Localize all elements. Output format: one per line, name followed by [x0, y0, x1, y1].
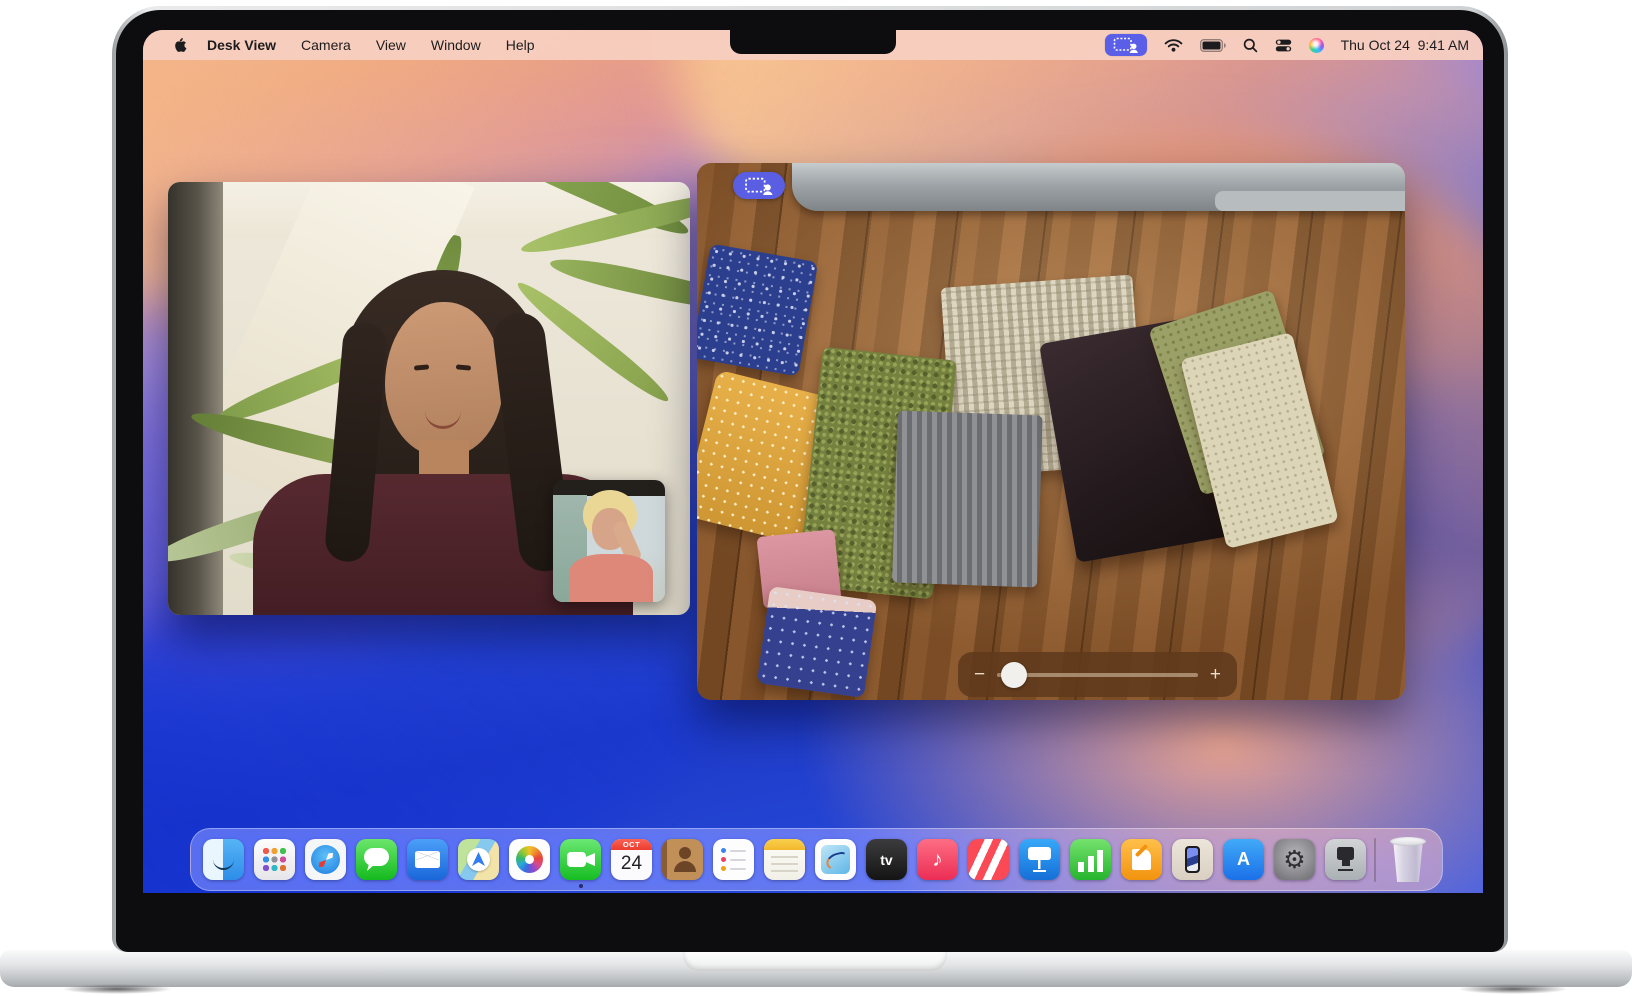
apple-logo-icon: [173, 37, 187, 53]
dock-screen-sharing-icon[interactable]: [1325, 839, 1366, 880]
screen-sharing-badge-icon[interactable]: [1105, 34, 1147, 56]
dock-numbers-icon[interactable]: [1070, 839, 1111, 880]
dock-appstore-icon[interactable]: A: [1223, 839, 1264, 880]
dock-news-icon[interactable]: [968, 839, 1009, 880]
desk-view-sharing-badge-icon[interactable]: [733, 172, 785, 199]
self-view-pip[interactable]: [553, 480, 665, 602]
macbook-foot-shadow: [62, 984, 172, 994]
dock-photos-icon[interactable]: [509, 839, 550, 880]
running-indicator: [579, 884, 583, 888]
dock-finder-icon[interactable]: [203, 839, 244, 880]
calendar-day-label: 24: [621, 850, 642, 878]
dock-iphone-mirroring-icon[interactable]: [1172, 839, 1213, 880]
settings-glyph: ⚙: [1274, 839, 1315, 880]
dock-freeform-icon[interactable]: [815, 839, 856, 880]
dock-settings-icon[interactable]: ⚙: [1274, 839, 1315, 880]
calendar-month-label: OCT: [611, 839, 652, 850]
wifi-icon[interactable]: [1164, 38, 1183, 52]
zoom-slider-track[interactable]: [997, 673, 1198, 677]
dock-launchpad-icon[interactable]: [254, 839, 295, 880]
dock-music-icon[interactable]: ♪: [917, 839, 958, 880]
dock-contacts-icon[interactable]: [662, 839, 703, 880]
macbook-lid-groove: [683, 950, 947, 971]
desk-view-zoom-slider: − +: [958, 652, 1237, 697]
app-menus: Desk View Camera View Window Help: [207, 37, 535, 53]
menu-camera[interactable]: Camera: [301, 37, 351, 53]
dock-pages-icon[interactable]: [1121, 839, 1162, 880]
zoom-out-button[interactable]: −: [974, 665, 985, 684]
dock-apps: OCT24 tv♪ A⚙: [203, 839, 1366, 880]
dock-keynote-icon[interactable]: [1019, 839, 1060, 880]
dock-appletv-icon[interactable]: tv: [866, 839, 907, 880]
dock-messages-icon[interactable]: [356, 839, 397, 880]
spotlight-search-icon[interactable]: [1243, 38, 1258, 53]
dock-safari-icon[interactable]: [305, 839, 346, 880]
dock-mail-icon[interactable]: [407, 839, 448, 880]
self-view-person: [569, 554, 653, 602]
palm-leaf: [548, 251, 690, 316]
facetime-window[interactable]: [168, 182, 690, 615]
control-center-icon[interactable]: [1275, 39, 1292, 52]
macbook-base: [0, 950, 1632, 987]
zoom-slider-knob[interactable]: [1001, 662, 1027, 688]
dock-reminders-icon[interactable]: [713, 839, 754, 880]
desk-view-window[interactable]: − +: [697, 163, 1405, 700]
blue-terrazzo-block: [697, 243, 818, 376]
music-glyph: ♪: [917, 839, 958, 880]
apple-menu[interactable]: [173, 37, 187, 53]
camera-notch: [730, 30, 896, 54]
gray-ribbed-fabric-swatch: [892, 411, 1043, 588]
dock-calendar-icon[interactable]: OCT24: [611, 839, 652, 880]
macbook-foot-shadow: [1458, 984, 1568, 994]
dock-maps-icon[interactable]: [458, 839, 499, 880]
menu-view[interactable]: View: [376, 37, 406, 53]
dock-trash-icon[interactable]: [1390, 837, 1426, 882]
macbook-product-shot: Desk View Camera View Window Help: [0, 0, 1632, 996]
menu-bar-clock[interactable]: Thu Oct 24 9:41 AM: [1341, 37, 1469, 53]
dock: OCT24 tv♪ A⚙: [190, 828, 1443, 891]
dock-facetime-icon[interactable]: [560, 839, 601, 880]
menu-help[interactable]: Help: [506, 37, 535, 53]
macbook-top-edge-in-view: [792, 163, 1405, 211]
appletv-glyph: tv: [866, 839, 907, 880]
status-area: Thu Oct 24 9:41 AM: [1105, 34, 1469, 56]
menu-window[interactable]: Window: [431, 37, 481, 53]
menu-desk-view[interactable]: Desk View: [207, 37, 276, 53]
zoom-in-button[interactable]: +: [1210, 665, 1221, 684]
screen: Desk View Camera View Window Help: [143, 30, 1483, 893]
siri-icon[interactable]: [1309, 38, 1324, 53]
dock-notes-icon[interactable]: [764, 839, 805, 880]
remote-participant-face: [385, 302, 503, 457]
appstore-glyph: A: [1223, 839, 1264, 880]
blue-cube: [757, 586, 878, 698]
battery-icon[interactable]: [1200, 39, 1226, 52]
dock-divider: [1374, 838, 1376, 882]
